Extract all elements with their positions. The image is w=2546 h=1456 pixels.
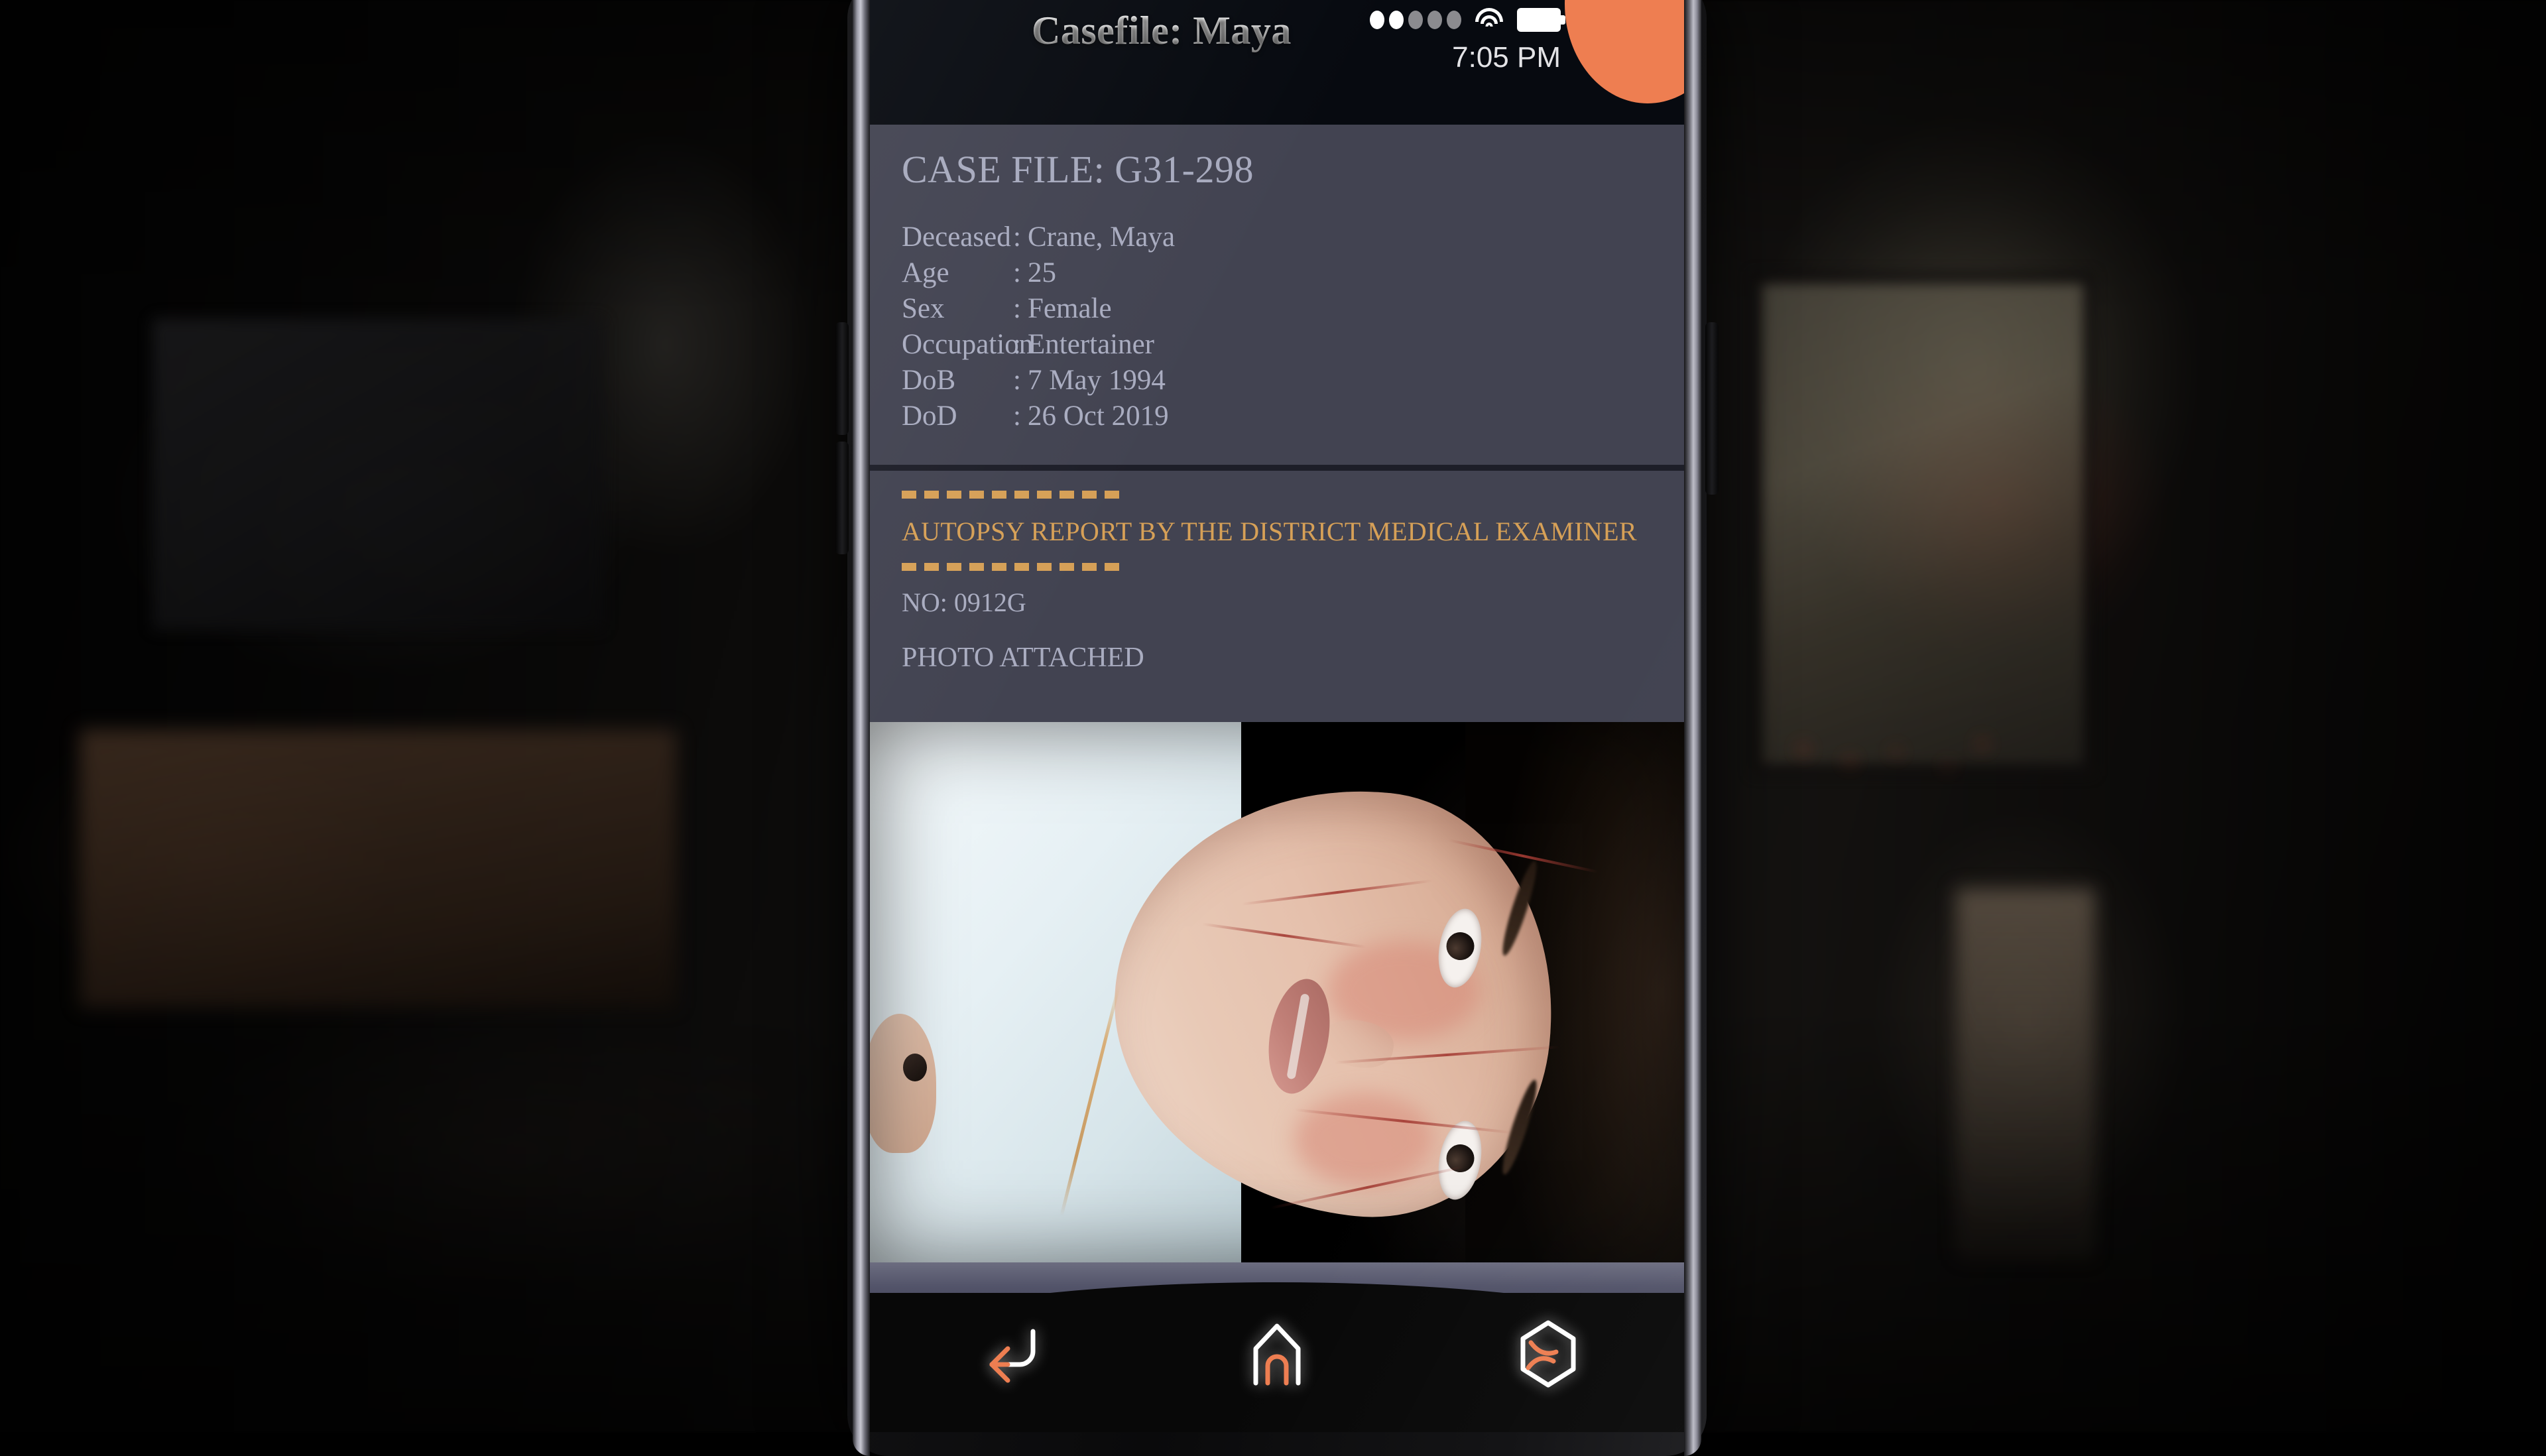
volume-down-button[interactable] — [835, 442, 849, 554]
phone-bezel-right — [1684, 0, 1701, 1456]
berries-decoration — [1764, 683, 2049, 782]
table-row: Sex : Female — [902, 291, 1652, 327]
phone-device: Casefile: Maya 7:05 PM CASE FILE: G31-29… — [847, 0, 1707, 1456]
dashed-rule-bottom — [902, 563, 1121, 571]
report-panel: AUTOPSY REPORT BY THE DISTRICT MEDICAL E… — [870, 471, 1684, 722]
row-value: 7 May 1994 — [1028, 366, 1166, 395]
battery-icon — [1517, 8, 1561, 32]
page-title: Casefile: Maya — [1032, 8, 1292, 54]
desk-shape — [80, 729, 676, 1008]
row-separator: : — [1013, 294, 1028, 324]
row-value: 26 Oct 2019 — [1028, 402, 1169, 431]
app-header: Casefile: Maya 7:05 PM — [870, 0, 1684, 125]
status-clock: 7:05 PM — [1452, 41, 1561, 74]
back-button[interactable] — [956, 1311, 1056, 1397]
table-row: DoD : 26 Oct 2019 — [902, 398, 1652, 434]
home-button[interactable] — [1227, 1311, 1327, 1397]
row-value: 25 — [1028, 259, 1056, 288]
row-key: DoD — [902, 402, 1013, 431]
photo-attached-label: PHOTO ATTACHED — [902, 642, 1652, 674]
power-button[interactable] — [1705, 322, 1719, 495]
back-icon — [969, 1322, 1042, 1386]
row-key: Sex — [902, 294, 1013, 324]
navigation-bar — [870, 1293, 1684, 1432]
recents-icon — [1514, 1317, 1583, 1390]
status-bar — [1370, 8, 1561, 32]
wifi-icon — [1473, 8, 1505, 32]
row-value: Entertainer — [1028, 330, 1154, 359]
row-key: Occupation — [902, 330, 1013, 359]
autopsy-photo-frame[interactable] — [870, 722, 1684, 1262]
row-separator: : — [1013, 366, 1028, 395]
identity-table: Deceased : Crane, Maya Age : 25 Sex : Fe… — [902, 219, 1652, 434]
home-icon — [1243, 1319, 1311, 1388]
row-separator: : — [1013, 330, 1028, 359]
row-key: Deceased — [902, 223, 1013, 252]
table-row: Age : 25 — [902, 255, 1652, 291]
row-separator: : — [1013, 223, 1028, 252]
row-value: Crane, Maya — [1028, 223, 1175, 252]
orange-accent-blob — [1565, 0, 1684, 103]
recents-button[interactable] — [1498, 1311, 1598, 1397]
phone-bezel-left — [853, 0, 870, 1456]
report-heading: AUTOPSY REPORT BY THE DISTRICT MEDICAL E… — [902, 515, 1652, 548]
monitor-shape — [152, 318, 603, 630]
row-separator: : — [1013, 402, 1028, 431]
dashed-rule-top — [902, 491, 1121, 499]
report-number: NO: 0912G — [902, 587, 1652, 618]
row-separator: : — [1013, 259, 1028, 288]
case-number-heading: CASE FILE: G31-298 — [902, 147, 1652, 192]
photo-vignette — [870, 722, 1684, 1262]
volume-up-button[interactable] — [835, 322, 849, 435]
signal-strength-icon — [1370, 11, 1461, 29]
umbrella-shape — [1956, 888, 2095, 1260]
row-value: Female — [1028, 294, 1112, 324]
table-row: DoB : 7 May 1994 — [902, 363, 1652, 398]
phone-screen: Casefile: Maya 7:05 PM CASE FILE: G31-29… — [870, 0, 1684, 1432]
row-key: DoB — [902, 366, 1013, 395]
table-row: Deceased : Crane, Maya — [902, 219, 1652, 255]
section-divider — [870, 465, 1684, 471]
identity-panel: CASE FILE: G31-298 Deceased : Crane, May… — [870, 125, 1684, 465]
row-key: Age — [902, 259, 1013, 288]
table-row: Occupation : Entertainer — [902, 327, 1652, 363]
